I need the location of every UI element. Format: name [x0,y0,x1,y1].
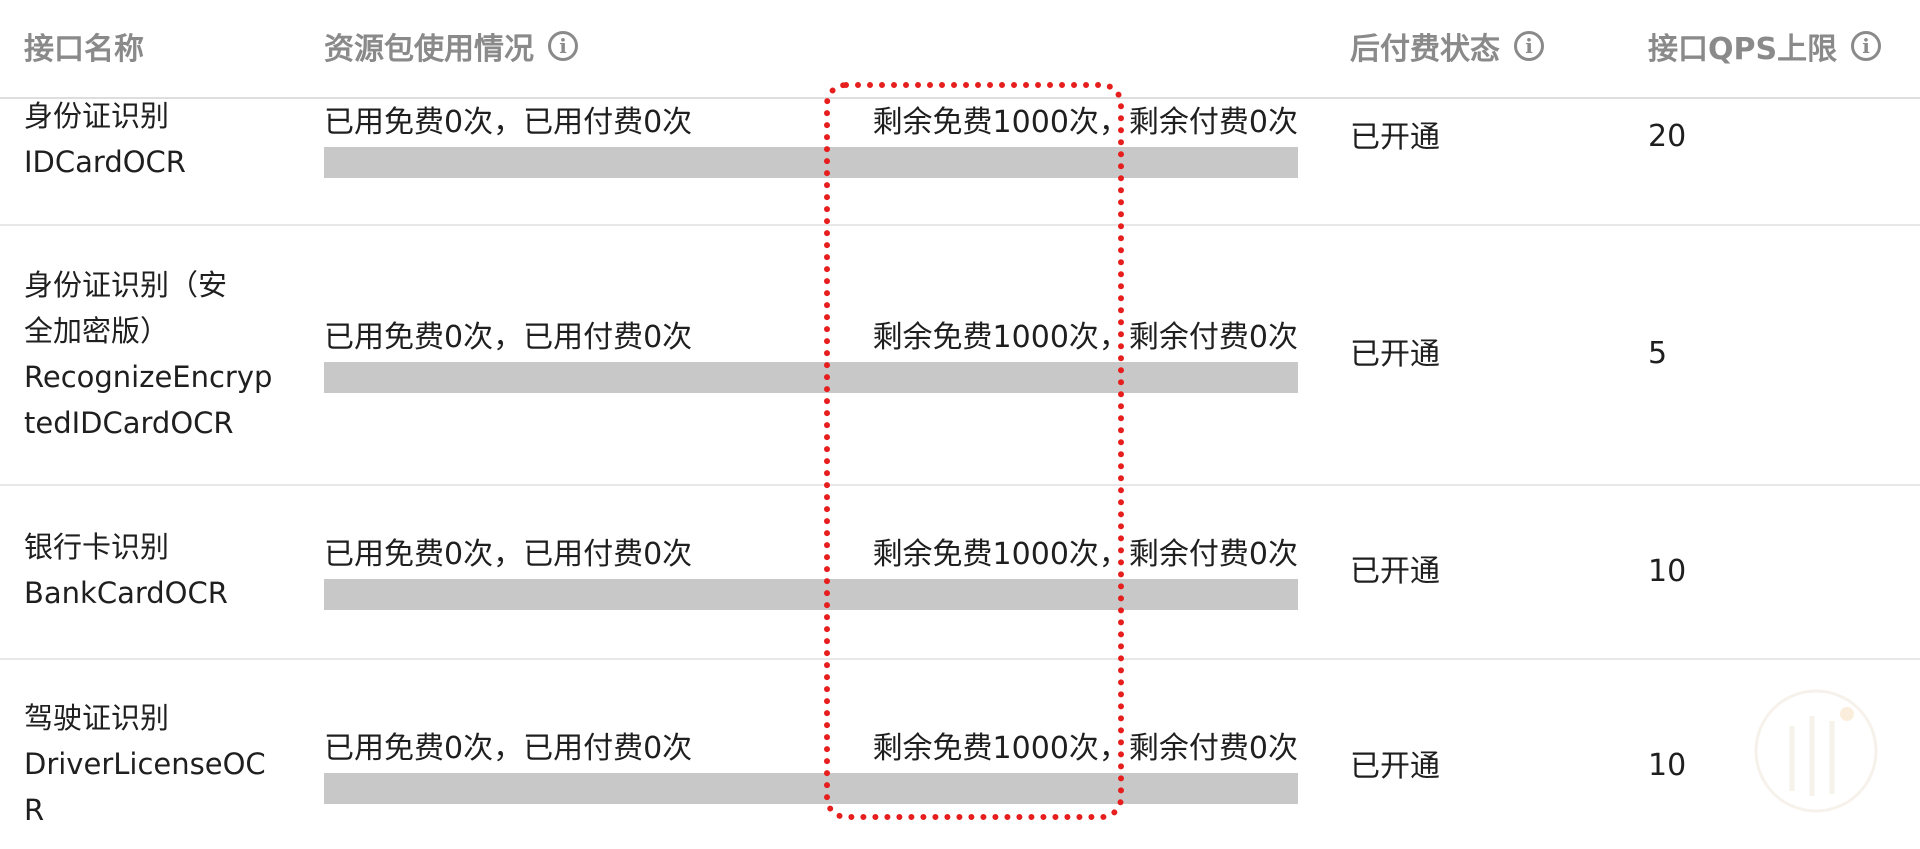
api-name-line: R [24,793,45,827]
api-name-line: DriverLicenseOC [24,747,266,781]
qps-limit: 20 [1648,119,1687,154]
usage-progress-bar [324,362,1298,393]
remaining-count-text: 剩余免费1000次，剩余付费0次 [872,731,1298,766]
postpaid-status: 已开通 [1350,337,1440,372]
column-header-label: 资源包使用情况 [324,32,534,67]
api-name-line: IDCardOCR [24,145,186,179]
usage-cell: 已用免费0次，已用付费0次 剩余免费1000次，剩余付费0次 [324,318,1298,393]
qps-limit: 10 [1648,748,1687,783]
table-header: 接口名称 资源包使用情况 i 后付费状态 i 接口QPS上限 i [0,0,1920,99]
table-row: 身份证识别 IDCardOCR 已用免费0次，已用付费0次 剩余免费1000次，… [0,99,1920,226]
info-icon[interactable]: i [1851,31,1882,61]
watermark-logo [1754,689,1878,813]
column-header-label: 接口QPS上限 [1648,32,1838,67]
table-row: 驾驶证识别 DriverLicenseOC R 已用免费0次，已用付费0次 剩余… [0,660,1920,849]
api-name-line: 身份证识别（安 [24,268,228,302]
usage-progress-bar [324,147,1298,178]
table-row: 身份证识别（安 全加密版） RecognizeEncryp tedIDCardO… [0,226,1920,486]
qps-limit: 10 [1648,554,1687,589]
usage-cell: 已用免费0次，已用付费0次 剩余免费1000次，剩余付费0次 [324,535,1298,610]
used-count-text: 已用免费0次，已用付费0次 [324,537,693,572]
usage-progress-bar [324,773,1298,804]
used-count-text: 已用免费0次，已用付费0次 [324,731,693,766]
api-name-line: tedIDCardOCR [24,406,234,440]
column-header-usage: 资源包使用情况 i [324,24,578,68]
used-count-text: 已用免费0次，已用付费0次 [324,320,693,355]
api-name-line: RecognizeEncryp [24,360,273,394]
api-name: 银行卡识别 BankCardOCR [24,524,274,616]
info-icon[interactable]: i [548,31,578,61]
postpaid-status: 已开通 [1350,120,1440,155]
remaining-count-text: 剩余免费1000次，剩余付费0次 [872,320,1298,355]
api-name-line: BankCardOCR [24,576,228,610]
info-icon[interactable]: i [1514,31,1544,61]
usage-cell: 已用免费0次，已用付费0次 剩余免费1000次，剩余付费0次 [324,729,1298,804]
api-name-line: 全加密版） [24,314,170,348]
api-name: 驾驶证识别 DriverLicenseOC R [24,695,274,833]
column-header-status: 后付费状态 i [1350,24,1544,68]
api-name-line: 身份证识别 [24,99,170,133]
used-count-text: 已用免费0次，已用付费0次 [324,105,693,140]
qps-limit: 5 [1648,336,1668,371]
api-name: 身份证识别 IDCardOCR [24,93,274,185]
table-row: 银行卡识别 BankCardOCR 已用免费0次，已用付费0次 剩余免费1000… [0,486,1920,660]
usage-progress-bar [324,579,1298,610]
usage-cell: 已用免费0次，已用付费0次 剩余免费1000次，剩余付费0次 [324,103,1298,178]
remaining-count-text: 剩余免费1000次，剩余付费0次 [872,537,1298,572]
api-name: 身份证识别（安 全加密版） RecognizeEncryp tedIDCardO… [24,262,274,446]
postpaid-status: 已开通 [1350,554,1440,589]
postpaid-status: 已开通 [1350,749,1440,784]
column-header-label: 后付费状态 [1350,32,1500,67]
api-name-line: 银行卡识别 [24,530,170,564]
remaining-count-text: 剩余免费1000次，剩余付费0次 [872,105,1298,140]
column-header-label: 接口名称 [24,32,144,67]
column-header-name: 接口名称 [24,24,144,68]
column-header-qps: 接口QPS上限 i [1648,24,1882,68]
api-name-line: 驾驶证识别 [24,701,170,735]
